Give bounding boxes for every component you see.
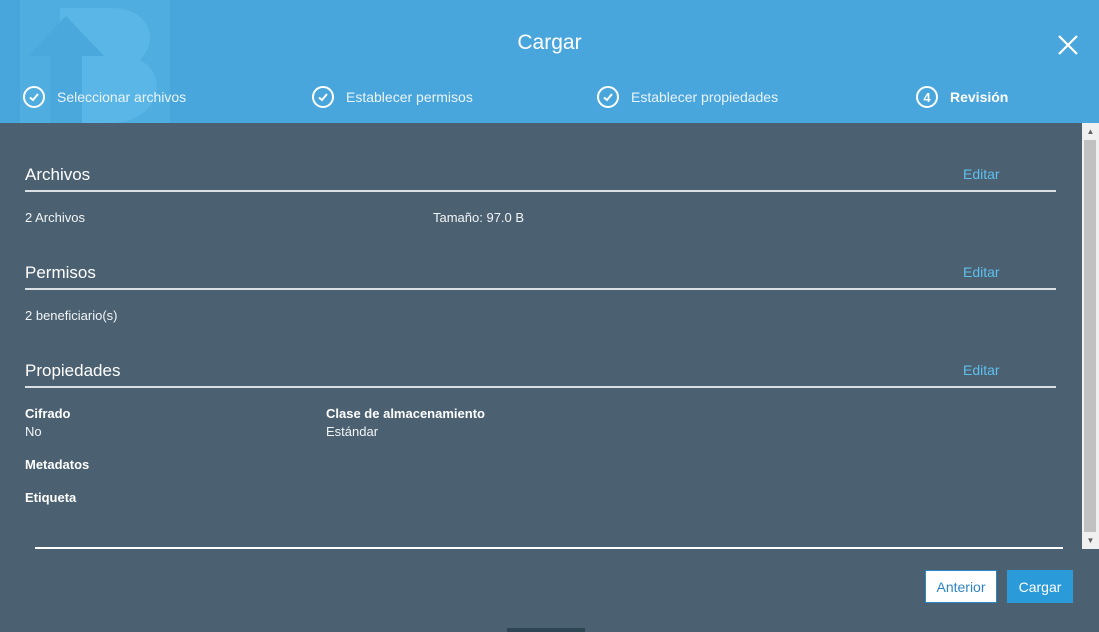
scroll-up-arrow-icon[interactable]: ▲ — [1082, 123, 1099, 140]
step-review: 4 Revisión — [916, 84, 1008, 110]
encryption-value: No — [25, 424, 42, 439]
scroll-thumb[interactable] — [1084, 140, 1096, 532]
footer-divider — [35, 547, 1063, 549]
metadata-label: Metadatos — [25, 457, 90, 472]
section-divider — [25, 288, 1056, 290]
grantee-count: 2 beneficiario(s) — [25, 308, 118, 323]
check-circle-icon — [23, 86, 45, 108]
section-title-properties: Propiedades — [25, 361, 121, 380]
section-divider — [25, 386, 1056, 388]
edit-permissions-link[interactable]: Editar — [963, 264, 1000, 280]
upload-dialog: Cargar Seleccionar archivos Establecer p… — [0, 0, 1099, 632]
edit-properties-link[interactable]: Editar — [963, 362, 1000, 378]
check-circle-icon — [312, 86, 334, 108]
dialog-header: Cargar Seleccionar archivos Establecer p… — [0, 0, 1099, 123]
storage-class-label: Clase de almacenamiento — [326, 406, 485, 421]
vertical-scrollbar[interactable]: ▲ ▼ — [1082, 123, 1099, 549]
tag-label: Etiqueta — [25, 490, 77, 505]
file-count: 2 Archivos — [25, 210, 85, 225]
encryption-label: Cifrado — [25, 406, 71, 421]
storage-class-value: Estándar — [326, 424, 379, 439]
step-label: Establecer propiedades — [631, 89, 779, 105]
scroll-down-arrow-icon[interactable]: ▼ — [1082, 532, 1099, 549]
step-number-badge: 4 — [916, 86, 938, 108]
step-set-permissions: Establecer permisos — [312, 84, 473, 110]
review-content: Archivos Editar 2 Archivos Tamaño: 97.0 … — [0, 123, 1082, 553]
previous-button[interactable]: Anterior — [925, 570, 997, 603]
step-select-files: Seleccionar archivos — [23, 84, 186, 110]
bottom-edge-tab — [507, 628, 585, 632]
upload-button[interactable]: Cargar — [1007, 570, 1073, 603]
section-title-files: Archivos — [25, 165, 91, 184]
step-set-properties: Establecer propiedades — [597, 84, 778, 110]
section-title-permissions: Permisos — [25, 263, 96, 282]
check-circle-icon — [597, 86, 619, 108]
step-label: Revisión — [950, 89, 1009, 105]
dialog-title: Cargar — [517, 31, 582, 54]
step-label: Seleccionar archivos — [57, 89, 187, 105]
file-size: Tamaño: 97.0 B — [433, 210, 525, 225]
close-icon[interactable] — [1054, 31, 1082, 59]
section-divider — [25, 190, 1056, 192]
step-label: Establecer permisos — [346, 89, 473, 105]
edit-files-link[interactable]: Editar — [963, 166, 1000, 182]
